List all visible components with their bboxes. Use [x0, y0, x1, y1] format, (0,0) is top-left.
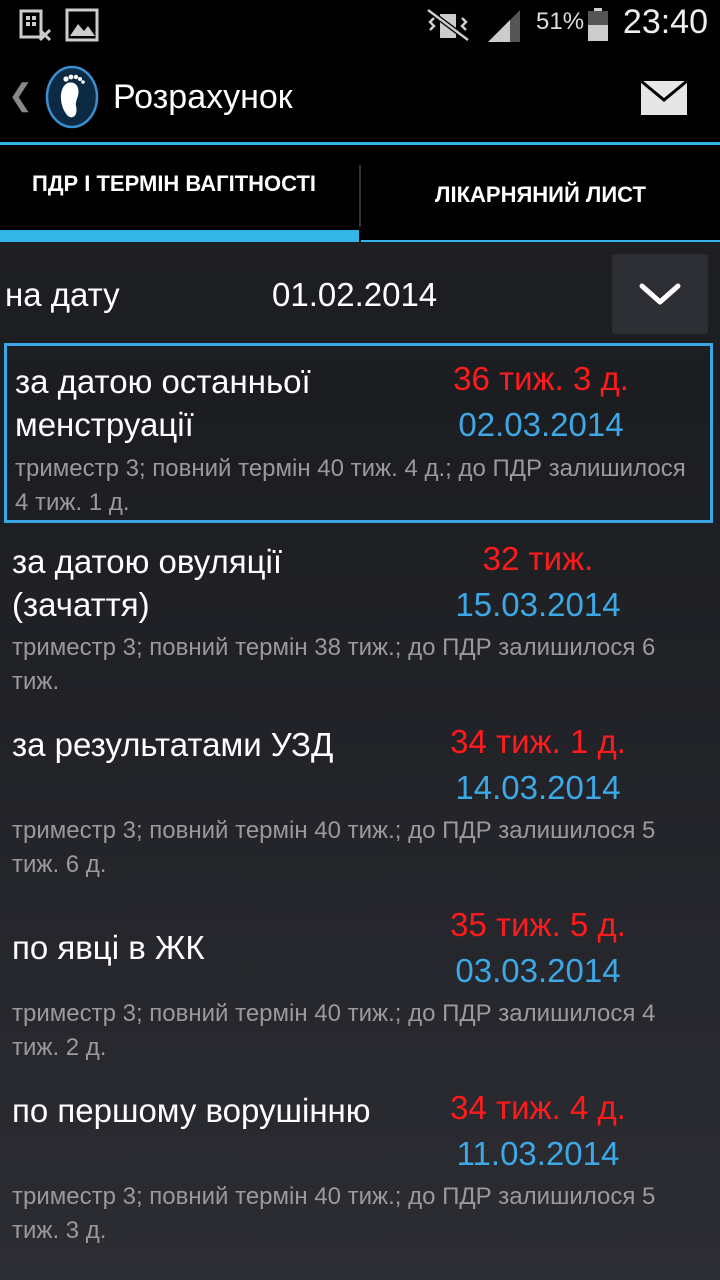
date-value[interactable]: 01.02.2014	[272, 276, 437, 314]
tab-sick-leave[interactable]: ЛІКАРНЯНИЙ ЛИСТ	[361, 145, 720, 242]
item-weeks: 34 тиж. 4 д.	[450, 1089, 626, 1126]
item-weeks: 36 тиж. 3 д.	[453, 360, 629, 397]
selected-tab-indicator	[0, 230, 359, 242]
date-row: на дату 01.02.2014	[0, 252, 720, 338]
item-title: за результатами УЗД	[12, 726, 334, 763]
page-title: Розрахунок	[113, 78, 293, 116]
mail-icon[interactable]	[640, 79, 688, 116]
item-title: по явці в ЖК	[12, 929, 205, 966]
signal-icon	[486, 8, 522, 47]
item-weeks: 32 тиж.	[482, 540, 594, 577]
item-info: триместр 3; повний термін 40 тиж.; до ПД…	[12, 1183, 656, 1244]
status-clock: 23:40	[622, 3, 708, 41]
image-notification-icon	[65, 8, 99, 47]
item-title: по першому ворушінню	[12, 1092, 371, 1129]
item-info: триместр 3; повний термін 38 тиж.; до ПД…	[12, 634, 656, 695]
mute-vibrate-icon	[424, 8, 472, 47]
battery-percentage: 51%	[536, 8, 585, 35]
back-chevron-icon[interactable]: ❮	[8, 78, 33, 113]
keyboard-notification-icon	[18, 8, 52, 47]
list-item-clinic-visit[interactable]: по явці в ЖК 35 тиж. 5 д. 03.03.2014 три…	[4, 896, 713, 1071]
tab-underline	[361, 240, 720, 242]
list-item-first-movement[interactable]: по першому ворушінню 34 тиж. 4 д. 11.03.…	[4, 1079, 713, 1259]
tab-label: ЛІКАРНЯНИЙ ЛИСТ	[435, 182, 646, 207]
date-label: на дату	[5, 276, 120, 313]
list-item-ultrasound[interactable]: за результатами УЗД 34 тиж. 1 д. 14.03.2…	[4, 713, 713, 888]
item-title: за датою останньої менструації	[15, 363, 311, 443]
status-bar: 51% 23:40	[0, 0, 720, 50]
item-date: 02.03.2014	[458, 406, 624, 443]
item-date: 15.03.2014	[455, 586, 621, 623]
tab-due-date-term[interactable]: ПДР І ТЕРМІН ВАГІТНОСТІ	[0, 145, 359, 242]
item-date: 14.03.2014	[455, 769, 621, 806]
tab-bar: ПДР І ТЕРМІН ВАГІТНОСТІ ЛІКАРНЯНИЙ ЛИСТ	[0, 142, 720, 242]
battery-icon	[587, 8, 609, 47]
item-info: триместр 3; повний термін 40 тиж.; до ПД…	[12, 1000, 656, 1061]
item-info: триместр 3; повний термін 40 тиж. 4 д.; …	[15, 455, 686, 516]
item-date: 11.03.2014	[456, 1135, 620, 1172]
item-weeks: 35 тиж. 5 д.	[450, 906, 626, 943]
item-date: 03.03.2014	[455, 952, 621, 989]
date-picker-button[interactable]	[612, 254, 708, 334]
item-title: за датою овуляції (зачаття)	[12, 543, 283, 623]
list-item-ovulation[interactable]: за датою овуляції (зачаття) 32 тиж. 15.0…	[4, 530, 713, 705]
app-logo-foot-icon[interactable]	[44, 64, 100, 130]
action-bar: ❮ Розрахунок	[0, 50, 720, 142]
item-info: триместр 3; повний термін 40 тиж.; до ПД…	[12, 817, 656, 878]
chevron-down-icon	[639, 283, 681, 305]
list-item-last-menstruation[interactable]: за датою останньої менструації 36 тиж. 3…	[4, 343, 713, 523]
item-weeks: 34 тиж. 1 д.	[450, 723, 626, 760]
tab-label: ПДР І ТЕРМІН ВАГІТНОСТІ	[32, 171, 317, 196]
